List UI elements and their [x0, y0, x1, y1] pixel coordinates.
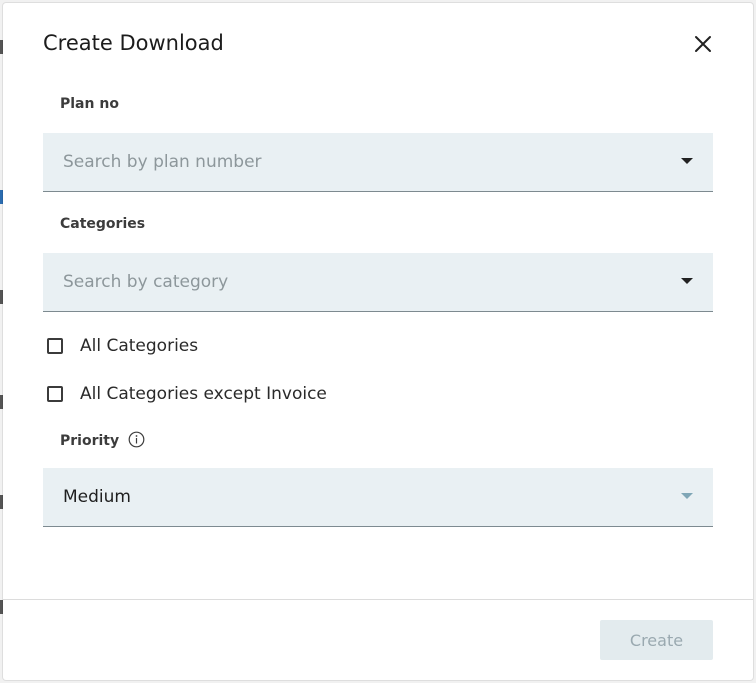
plan-no-placeholder: Search by plan number [63, 152, 262, 172]
info-icon[interactable] [128, 431, 145, 448]
all-categories-except-invoice-checkbox[interactable] [47, 386, 63, 402]
priority-label: Priority [60, 433, 120, 449]
categories-label: Categories [60, 216, 146, 232]
caret-down-icon [681, 493, 693, 499]
dialog-title: Create Download [43, 31, 224, 55]
footer-divider [3, 599, 753, 600]
all-categories-except-invoice-label: All Categories except Invoice [80, 384, 327, 404]
create-button[interactable]: Create [600, 620, 713, 660]
all-categories-checkbox[interactable] [47, 338, 63, 354]
priority-label-row: Priority [60, 431, 145, 449]
caret-down-icon [681, 158, 693, 164]
close-button[interactable] [691, 32, 715, 56]
categories-select[interactable]: Search by category [43, 253, 713, 312]
categories-placeholder: Search by category [63, 272, 229, 292]
priority-select[interactable]: Medium [43, 468, 713, 527]
plan-no-select[interactable]: Search by plan number [43, 133, 713, 192]
caret-down-icon [681, 278, 693, 284]
plan-no-label: Plan no [60, 96, 119, 112]
all-categories-label: All Categories [80, 336, 199, 356]
priority-value: Medium [63, 487, 131, 507]
close-icon [695, 36, 711, 52]
create-download-dialog: Create Download Plan no Search by plan n… [3, 3, 753, 680]
